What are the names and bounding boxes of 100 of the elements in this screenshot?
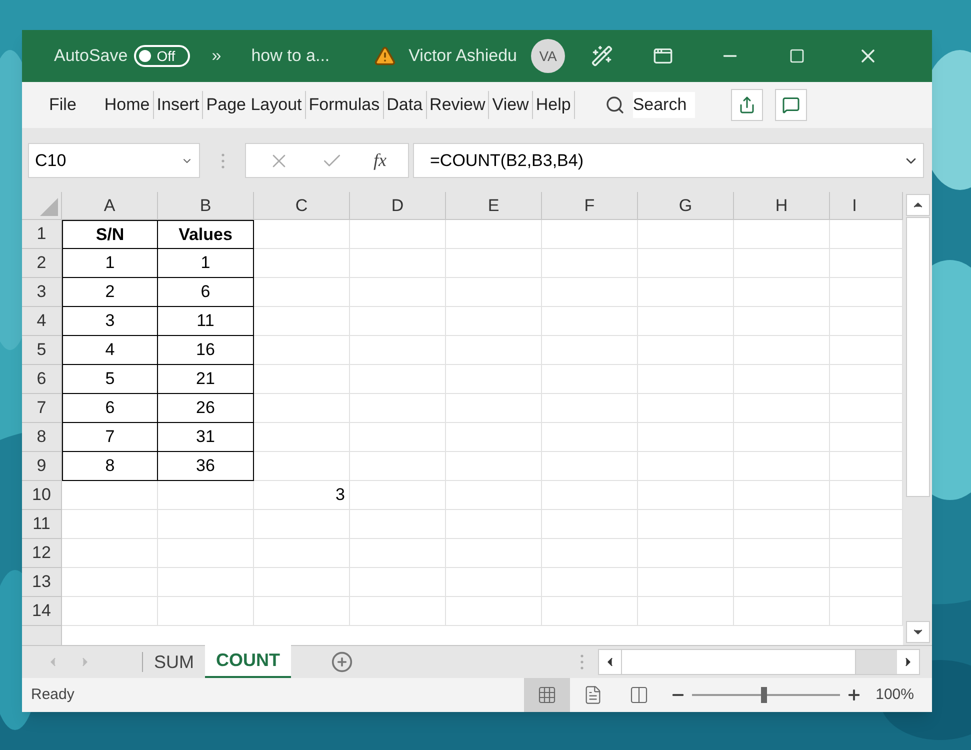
empty-cell[interactable]: [638, 597, 734, 626]
empty-cell[interactable]: [446, 539, 542, 568]
empty-cell[interactable]: [446, 307, 542, 336]
empty-cell[interactable]: [542, 539, 638, 568]
zoom-slider[interactable]: [692, 687, 840, 703]
empty-cell[interactable]: [638, 249, 734, 278]
empty-cell[interactable]: [254, 249, 350, 278]
ribbon-tab[interactable]: Insert: [154, 92, 202, 118]
ribbon-tab[interactable]: View: [489, 92, 532, 118]
empty-cell[interactable]: [638, 336, 734, 365]
select-all-icon[interactable]: [40, 198, 58, 216]
empty-cell[interactable]: [350, 568, 446, 597]
column-header[interactable]: D: [350, 192, 446, 219]
empty-cell[interactable]: [542, 394, 638, 423]
empty-cell[interactable]: [734, 423, 830, 452]
empty-cell[interactable]: [734, 220, 830, 249]
empty-cell[interactable]: [542, 568, 638, 597]
empty-cell[interactable]: [350, 220, 446, 249]
empty-cell[interactable]: [446, 510, 542, 539]
empty-cell[interactable]: [254, 423, 350, 452]
empty-cell[interactable]: [638, 365, 734, 394]
name-box[interactable]: C10: [28, 143, 200, 178]
empty-cell[interactable]: [254, 307, 350, 336]
empty-cell[interactable]: [350, 278, 446, 307]
column-header[interactable]: E: [446, 192, 542, 219]
column-header[interactable]: G: [638, 192, 734, 219]
empty-cell[interactable]: [446, 365, 542, 394]
empty-cell[interactable]: [638, 307, 734, 336]
empty-cell[interactable]: [734, 568, 830, 597]
maximize-icon[interactable]: [789, 48, 806, 64]
column-header[interactable]: H: [734, 192, 830, 219]
zoom-slider-thumb[interactable]: [761, 687, 768, 703]
empty-cell[interactable]: [350, 539, 446, 568]
empty-cell[interactable]: [638, 220, 734, 249]
empty-cell[interactable]: [638, 423, 734, 452]
empty-cell[interactable]: [350, 597, 446, 626]
empty-cell[interactable]: [158, 568, 254, 597]
empty-cell[interactable]: [254, 452, 350, 481]
empty-cell[interactable]: [542, 278, 638, 307]
empty-cell[interactable]: [350, 394, 446, 423]
ribbon-tab[interactable]: Data: [384, 92, 426, 118]
add-sheet-icon[interactable]: [331, 651, 353, 673]
empty-cell[interactable]: [638, 481, 734, 510]
ribbon-tab[interactable]: Page Layout: [203, 92, 305, 118]
ribbon-tab[interactable]: Formulas: [306, 92, 383, 118]
empty-cell[interactable]: [254, 394, 350, 423]
empty-cell[interactable]: [638, 539, 734, 568]
empty-cell[interactable]: [542, 510, 638, 539]
empty-cell[interactable]: [734, 249, 830, 278]
empty-cell[interactable]: [350, 423, 446, 452]
empty-cell[interactable]: [350, 510, 446, 539]
empty-cell[interactable]: [734, 394, 830, 423]
formula-field[interactable]: =COUNT(B2,B3,B4): [413, 143, 924, 178]
comments-button[interactable]: [774, 89, 807, 121]
empty-cell[interactable]: [350, 481, 446, 510]
zoom-percentage[interactable]: 100%: [876, 684, 914, 706]
more-button[interactable]: »: [212, 43, 222, 69]
empty-cell[interactable]: [158, 539, 254, 568]
autosave-toggle[interactable]: Off: [134, 45, 190, 67]
zoom-in-icon[interactable]: [846, 687, 862, 703]
empty-cell[interactable]: [734, 510, 830, 539]
empty-cell[interactable]: [446, 220, 542, 249]
empty-cell[interactable]: [254, 597, 350, 626]
empty-cell[interactable]: [350, 307, 446, 336]
empty-cell[interactable]: [254, 568, 350, 597]
empty-cell[interactable]: [446, 336, 542, 365]
horizontal-scrollbar[interactable]: [598, 649, 920, 675]
empty-cell[interactable]: [638, 394, 734, 423]
empty-cell[interactable]: [638, 278, 734, 307]
empty-cell[interactable]: [446, 249, 542, 278]
sheet-tab[interactable]: SUM: [143, 646, 205, 678]
empty-cell[interactable]: [734, 481, 830, 510]
empty-cell[interactable]: [638, 452, 734, 481]
empty-cell[interactable]: [734, 539, 830, 568]
column-header[interactable]: C: [254, 192, 350, 219]
empty-cell[interactable]: [542, 481, 638, 510]
column-header[interactable]: A: [62, 192, 158, 219]
empty-cell[interactable]: [542, 249, 638, 278]
empty-cell[interactable]: [158, 597, 254, 626]
empty-cell[interactable]: [350, 336, 446, 365]
empty-cell[interactable]: [254, 278, 350, 307]
empty-cell[interactable]: [446, 568, 542, 597]
ribbon-tab[interactable]: Home: [101, 92, 153, 118]
empty-cell[interactable]: [254, 539, 350, 568]
empty-cell[interactable]: [542, 307, 638, 336]
empty-cell[interactable]: [734, 597, 830, 626]
user-avatar[interactable]: VA: [531, 39, 566, 73]
empty-cell[interactable]: [350, 452, 446, 481]
empty-cell[interactable]: [638, 510, 734, 539]
empty-cell[interactable]: [638, 568, 734, 597]
empty-cell[interactable]: [350, 249, 446, 278]
empty-cell[interactable]: [446, 597, 542, 626]
column-header[interactable]: F: [542, 192, 638, 219]
sheet-tab[interactable]: COUNT: [205, 645, 291, 678]
empty-cell[interactable]: [542, 220, 638, 249]
empty-cell[interactable]: [158, 481, 254, 510]
empty-cell[interactable]: [446, 481, 542, 510]
drag-handle-icon[interactable]: [220, 152, 224, 168]
empty-cell[interactable]: [254, 510, 350, 539]
empty-cell[interactable]: [158, 510, 254, 539]
